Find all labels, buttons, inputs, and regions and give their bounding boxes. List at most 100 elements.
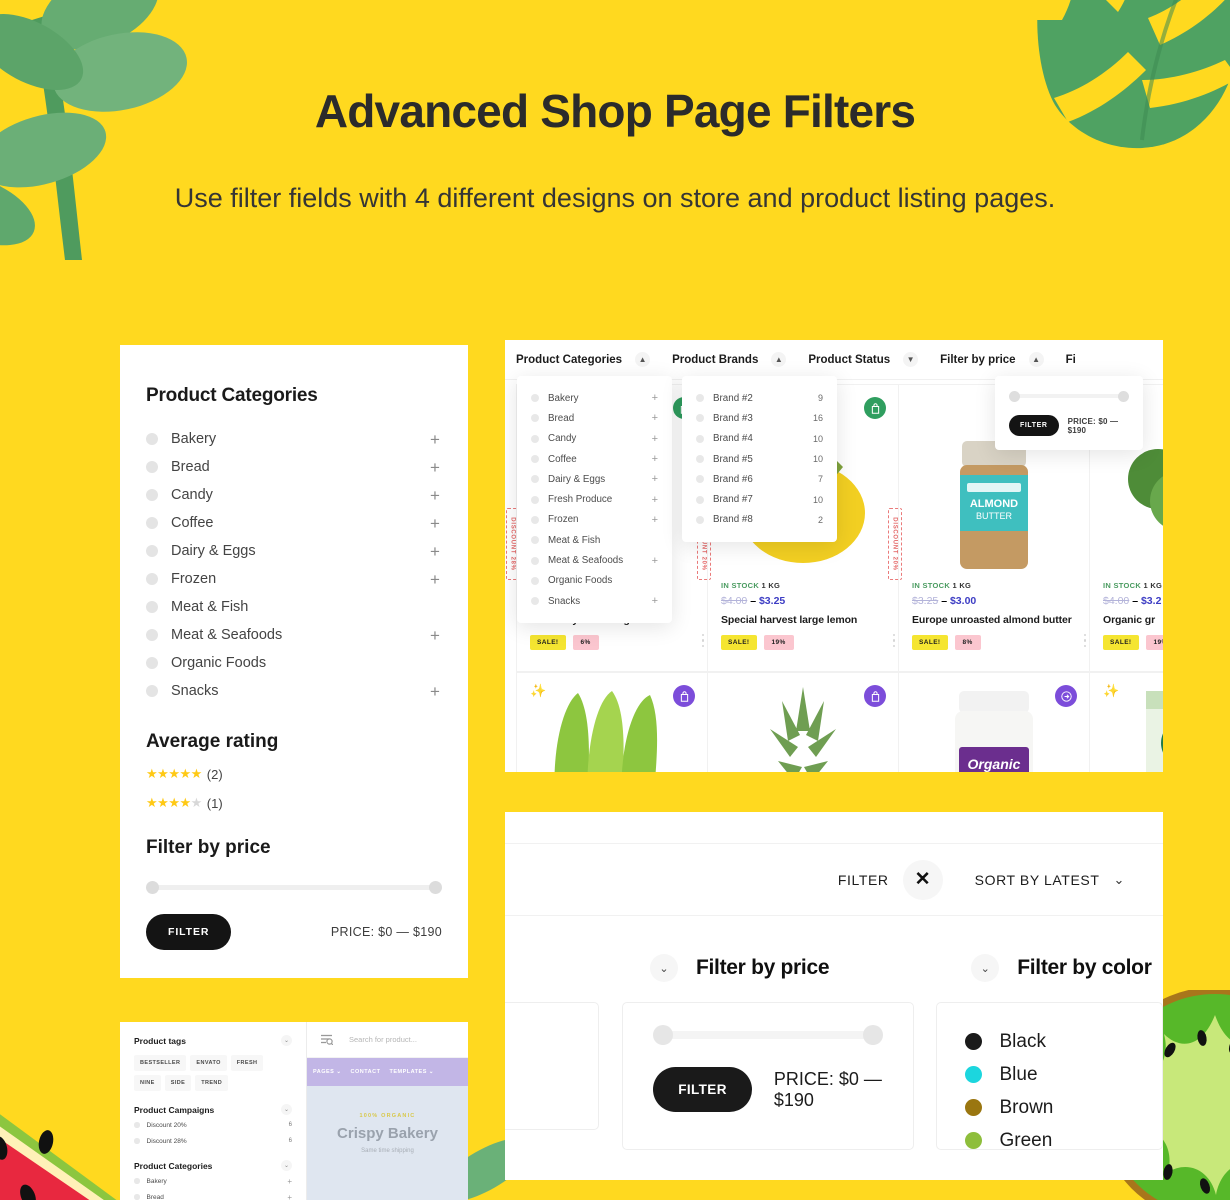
product-tag-chip[interactable]: FRESH	[230, 1055, 264, 1071]
radio-icon[interactable]	[146, 629, 158, 641]
radio-icon[interactable]	[531, 434, 539, 443]
radio-icon[interactable]	[531, 455, 539, 464]
mini-slider-handle-max[interactable]	[1118, 390, 1129, 402]
bottom-slider-handle-min[interactable]	[653, 1025, 674, 1045]
sidebar-item-organic-foods[interactable]: Organic Foods	[146, 649, 442, 677]
color-swatch-icon[interactable]	[964, 1132, 982, 1149]
radio-icon[interactable]	[531, 515, 539, 524]
chevron-down-icon-categories[interactable]: ⌄	[281, 1160, 292, 1171]
rating-filter-row[interactable]: ★★★★★ (1)	[146, 795, 442, 811]
radio-icon[interactable]	[146, 489, 158, 501]
dropdown-category-row[interactable]: Dairy & Eggs +	[531, 469, 658, 489]
radio-icon[interactable]	[146, 545, 158, 557]
plus-icon[interactable]: +	[652, 595, 658, 607]
chevron-down-icon[interactable]: ▼	[903, 352, 919, 367]
plus-icon[interactable]: +	[652, 494, 658, 506]
add-to-cart-icon[interactable]	[864, 685, 886, 707]
sidebar-filter-button[interactable]: FILTER	[146, 914, 232, 950]
product-name[interactable]: Europe unroasted almond butter	[912, 614, 1076, 626]
radio-icon[interactable]	[146, 461, 158, 473]
chevron-down-icon-campaigns[interactable]: ⌄	[281, 1104, 292, 1115]
sidebar-item-meat-amp-fish[interactable]: Meat & Fish	[146, 593, 442, 621]
color-swatch-icon[interactable]	[964, 1033, 982, 1050]
campaign-row[interactable]: Discount 28% 6	[134, 1135, 292, 1147]
radio-icon[interactable]	[134, 1122, 140, 1128]
shop-bar-item-product-categories[interactable]: Product Categories ▲	[516, 352, 651, 367]
radio-icon[interactable]	[531, 495, 539, 504]
radio-icon[interactable]	[531, 394, 539, 403]
plus-icon[interactable]: +	[652, 473, 658, 485]
chevron-up-icon[interactable]: ▲	[1028, 352, 1044, 367]
dropdown-category-row[interactable]: Meat & Fish	[531, 530, 658, 550]
dropdown-brand-row[interactable]: Brand #5 10	[696, 449, 823, 469]
radio-icon[interactable]	[134, 1194, 140, 1200]
radio-icon[interactable]	[146, 601, 158, 613]
price-range-slider[interactable]	[146, 881, 442, 894]
radio-icon[interactable]	[146, 685, 158, 697]
sidebar-item-frozen[interactable]: Frozen +	[146, 565, 442, 593]
sidebar-item-dairy-amp-eggs[interactable]: Dairy & Eggs +	[146, 537, 442, 565]
plus-icon[interactable]: +	[287, 1193, 292, 1200]
chevron-up-icon[interactable]: ▲	[635, 352, 651, 367]
radio-icon[interactable]	[696, 455, 704, 464]
radio-icon[interactable]	[134, 1138, 140, 1144]
dropdown-category-row[interactable]: Organic Foods	[531, 571, 658, 591]
plus-icon[interactable]: +	[428, 459, 442, 476]
campaign-row[interactable]: Discount 20% 6	[134, 1119, 292, 1131]
radio-icon[interactable]	[146, 517, 158, 529]
add-to-cart-icon[interactable]	[673, 685, 695, 707]
preview-nav-item[interactable]: TEMPLATES ⌄	[389, 1069, 434, 1075]
product-card[interactable]	[707, 672, 899, 772]
bottom-heading-color[interactable]: ⌄ Filter by color	[971, 954, 1152, 982]
chevron-down-icon-price[interactable]: ⌄	[650, 954, 678, 982]
sidebar-item-bread[interactable]: Bread +	[146, 453, 442, 481]
product-tag-chip[interactable]: NINE	[134, 1075, 161, 1091]
radio-icon[interactable]	[146, 433, 158, 445]
product-tag-chip[interactable]: SIDE	[164, 1075, 192, 1091]
bottom-slider-handle-max[interactable]	[862, 1025, 883, 1045]
radio-icon[interactable]	[696, 394, 704, 403]
search-input-placeholder[interactable]: Search for product...	[349, 1035, 417, 1044]
plus-icon[interactable]: +	[287, 1177, 292, 1186]
plus-icon[interactable]: +	[428, 571, 442, 588]
radio-icon[interactable]	[146, 573, 158, 585]
product-card[interactable]: OrganicNaturally Refined	[898, 672, 1090, 772]
color-filter-row[interactable]: Black	[964, 1025, 1163, 1058]
preview-nav-item[interactable]: PAGES ⌄	[313, 1069, 341, 1075]
bottom-price-slider[interactable]	[653, 1025, 883, 1045]
bottom-filter-button[interactable]: FILTER	[653, 1067, 752, 1112]
dropdown-brand-row[interactable]: Brand #8 2	[696, 510, 823, 530]
chevron-down-icon-tags[interactable]: ⌄	[281, 1035, 292, 1046]
mini-slider-handle-min[interactable]	[1009, 390, 1020, 402]
dropdown-category-row[interactable]: Snacks +	[531, 591, 658, 611]
drag-handle-icon[interactable]	[701, 633, 704, 647]
price-slider-handle-max[interactable]	[429, 881, 442, 894]
tags-panel-category-row[interactable]: Bread +	[134, 1191, 292, 1200]
product-tag-chip[interactable]: BESTSELLER	[134, 1055, 187, 1071]
dropdown-brand-row[interactable]: Brand #3 16	[696, 408, 823, 428]
radio-icon[interactable]	[531, 556, 539, 565]
plus-icon[interactable]: +	[652, 412, 658, 424]
color-filter-row[interactable]: Brown	[964, 1091, 1163, 1124]
chevron-down-icon-color[interactable]: ⌄	[971, 954, 1000, 982]
preview-nav-item[interactable]: CONTACT	[350, 1069, 380, 1075]
radio-icon[interactable]	[696, 515, 704, 524]
sort-by-dropdown[interactable]: SORT BY LATEST ⌄	[975, 872, 1125, 888]
radio-icon[interactable]	[696, 434, 704, 443]
drag-handle-icon[interactable]	[892, 633, 895, 647]
product-campaigns-header[interactable]: Product Campaigns ⌄	[134, 1104, 292, 1115]
add-to-cart-icon[interactable]	[864, 397, 886, 419]
product-tags-header[interactable]: Product tags ⌄	[134, 1035, 292, 1046]
tags-panel-category-row[interactable]: Bakery +	[134, 1175, 292, 1187]
dropdown-category-row[interactable]: Candy +	[531, 429, 658, 449]
dropdown-category-row[interactable]: Bakery +	[531, 388, 658, 408]
dropdown-brand-row[interactable]: Brand #4 10	[696, 429, 823, 449]
sidebar-item-coffee[interactable]: Coffee +	[146, 509, 442, 537]
color-swatch-icon[interactable]	[964, 1066, 982, 1083]
dropdown-category-row[interactable]: Frozen +	[531, 510, 658, 530]
product-card[interactable]: GreatValueP ✨	[1089, 672, 1163, 772]
shop-bar-item-product-status[interactable]: Product Status ▼	[808, 352, 919, 367]
plus-icon[interactable]: +	[652, 514, 658, 526]
plus-icon[interactable]: +	[652, 433, 658, 445]
sidebar-item-snacks[interactable]: Snacks +	[146, 677, 442, 705]
